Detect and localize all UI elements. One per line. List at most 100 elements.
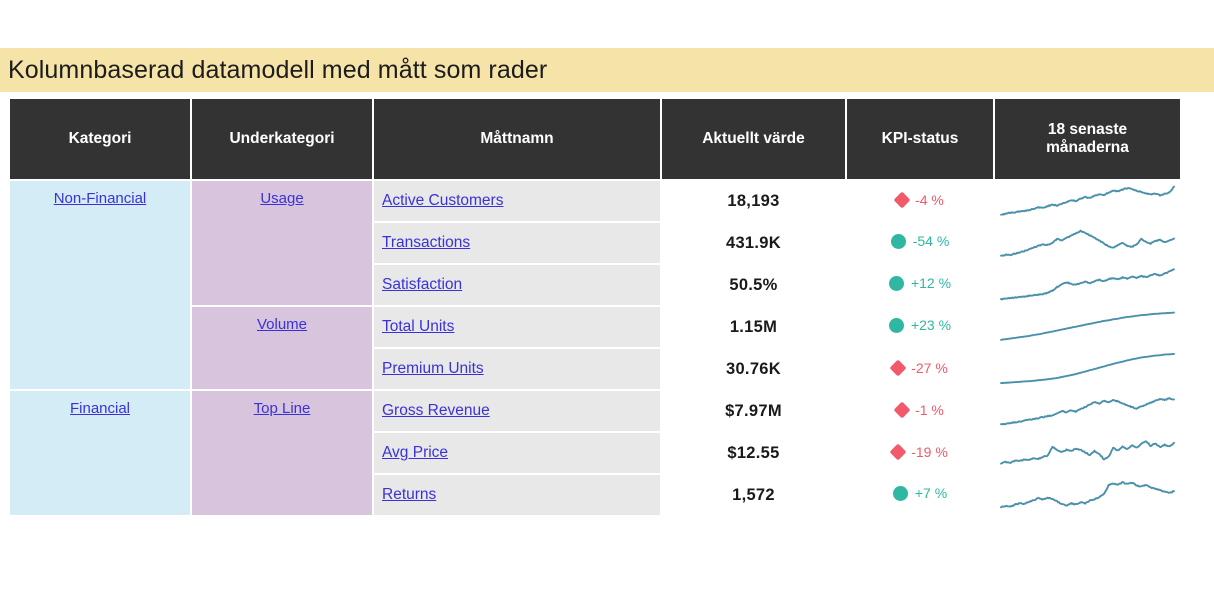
kpi-indicator: -4 % [896, 192, 944, 208]
category-cell: Non-Financial [10, 181, 190, 389]
measure-name-cell: Transactions [374, 223, 660, 263]
subcategory-link[interactable]: Usage [260, 190, 303, 207]
measure-name-link[interactable]: Transactions [382, 234, 470, 251]
kpi-indicator: -19 % [892, 444, 948, 460]
diamond-icon [894, 192, 911, 209]
column-header-kpi-status[interactable]: KPI-status [847, 99, 993, 179]
current-value-cell: 1,572 [662, 475, 845, 515]
sparkline-chart [999, 183, 1176, 219]
kpi-status-cell: -54 % [847, 223, 993, 263]
current-value-cell: 1.15M [662, 307, 845, 347]
report-page: Kolumnbaserad datamodell med mått som ra… [0, 0, 1214, 602]
column-header-sparkline-line1: 18 senaste [1048, 121, 1127, 138]
current-value-cell: 431.9K [662, 223, 845, 263]
sparkline-chart [999, 477, 1176, 513]
circle-icon [891, 234, 906, 249]
diamond-icon [890, 444, 907, 461]
page-title: Kolumnbaserad datamodell med mått som ra… [0, 56, 547, 85]
measure-name-cell: Active Customers [374, 181, 660, 221]
sparkline-path [1001, 269, 1174, 299]
sparkline-cell [995, 223, 1180, 263]
sparkline-cell [995, 391, 1180, 431]
measure-name-cell: Satisfaction [374, 265, 660, 305]
sparkline-cell [995, 433, 1180, 473]
column-header-sparkline[interactable]: 18 senaste månaderna [995, 99, 1180, 179]
sparkline-cell [995, 265, 1180, 305]
table-body: Non-Financial Usage Active Customers 18,193… [10, 181, 1180, 515]
column-header-underkategori[interactable]: Underkategori [192, 99, 372, 179]
current-value-cell: 30.76K [662, 349, 845, 389]
measure-name-cell: Avg Price [374, 433, 660, 473]
subcategory-cell: Usage [192, 181, 372, 305]
measure-name-cell: Returns [374, 475, 660, 515]
measure-name-link[interactable]: Total Units [382, 318, 454, 335]
kpi-indicator: +12 % [889, 275, 951, 291]
kpi-indicator: +23 % [889, 317, 951, 333]
kpi-status-cell: +7 % [847, 475, 993, 515]
category-link[interactable]: Financial [70, 400, 130, 417]
sparkline-path [1001, 231, 1174, 256]
sparkline-chart [999, 267, 1176, 303]
matrix-table-container: Kategori Underkategori Måttnamn Aktuellt… [8, 97, 1180, 517]
kpi-delta-text: -19 % [911, 444, 948, 460]
subcategory-link[interactable]: Volume [257, 316, 307, 333]
column-header-mattnamn[interactable]: Måttnamn [374, 99, 660, 179]
sparkline-path [1001, 187, 1174, 215]
measure-name-cell: Total Units [374, 307, 660, 347]
subcategory-link[interactable]: Top Line [254, 400, 311, 417]
measure-name-link[interactable]: Active Customers [382, 192, 503, 209]
diamond-icon [894, 402, 911, 419]
sparkline-cell [995, 307, 1180, 347]
sparkline-chart [999, 393, 1176, 429]
kpi-indicator: -54 % [891, 233, 950, 249]
sparkline-path [1001, 313, 1174, 340]
table-row: Non-Financial Usage Active Customers 18,193… [10, 181, 1180, 221]
kpi-delta-text: -27 % [911, 360, 948, 376]
column-header-kategori[interactable]: Kategori [10, 99, 190, 179]
category-link[interactable]: Non-Financial [54, 190, 147, 207]
column-header-sparkline-line2: månaderna [1046, 139, 1129, 156]
sparkline-chart [999, 351, 1176, 387]
matrix-table: Kategori Underkategori Måttnamn Aktuellt… [8, 97, 1182, 517]
measure-name-link[interactable]: Avg Price [382, 444, 448, 461]
kpi-status-cell: -19 % [847, 433, 993, 473]
sparkline-path [1001, 441, 1174, 463]
kpi-indicator: -1 % [896, 402, 944, 418]
kpi-status-cell: +12 % [847, 265, 993, 305]
sparkline-cell [995, 475, 1180, 515]
sparkline-chart [999, 435, 1176, 471]
measure-name-cell: Premium Units [374, 349, 660, 389]
circle-icon [893, 486, 908, 501]
measure-name-cell: Gross Revenue [374, 391, 660, 431]
sparkline-chart [999, 309, 1176, 345]
column-header-aktuellt-varde[interactable]: Aktuellt värde [662, 99, 845, 179]
header-row: Kategori Underkategori Måttnamn Aktuellt… [10, 99, 1180, 179]
measure-name-link[interactable]: Gross Revenue [382, 402, 490, 419]
table-header: Kategori Underkategori Måttnamn Aktuellt… [10, 99, 1180, 179]
kpi-delta-text: -4 % [915, 192, 944, 208]
sparkline-cell [995, 181, 1180, 221]
current-value-cell: $7.97M [662, 391, 845, 431]
sparkline-cell [995, 349, 1180, 389]
kpi-delta-text: +23 % [911, 317, 951, 333]
kpi-delta-text: -1 % [915, 402, 944, 418]
measure-name-link[interactable]: Returns [382, 486, 436, 503]
kpi-delta-text: -54 % [913, 233, 950, 249]
sparkline-path [1001, 398, 1174, 424]
current-value-cell: 18,193 [662, 181, 845, 221]
measure-name-link[interactable]: Premium Units [382, 360, 484, 377]
circle-icon [889, 318, 904, 333]
kpi-status-cell: +23 % [847, 307, 993, 347]
kpi-delta-text: +12 % [911, 275, 951, 291]
kpi-status-cell: -4 % [847, 181, 993, 221]
sparkline-chart [999, 225, 1176, 261]
kpi-status-cell: -27 % [847, 349, 993, 389]
report-title-band: Kolumnbaserad datamodell med mått som ra… [0, 48, 1214, 92]
sparkline-path [1001, 482, 1174, 507]
sparkline-path [1001, 354, 1174, 383]
kpi-status-cell: -1 % [847, 391, 993, 431]
current-value-cell: $12.55 [662, 433, 845, 473]
diamond-icon [890, 360, 907, 377]
measure-name-link[interactable]: Satisfaction [382, 276, 462, 293]
subcategory-cell: Volume [192, 307, 372, 389]
